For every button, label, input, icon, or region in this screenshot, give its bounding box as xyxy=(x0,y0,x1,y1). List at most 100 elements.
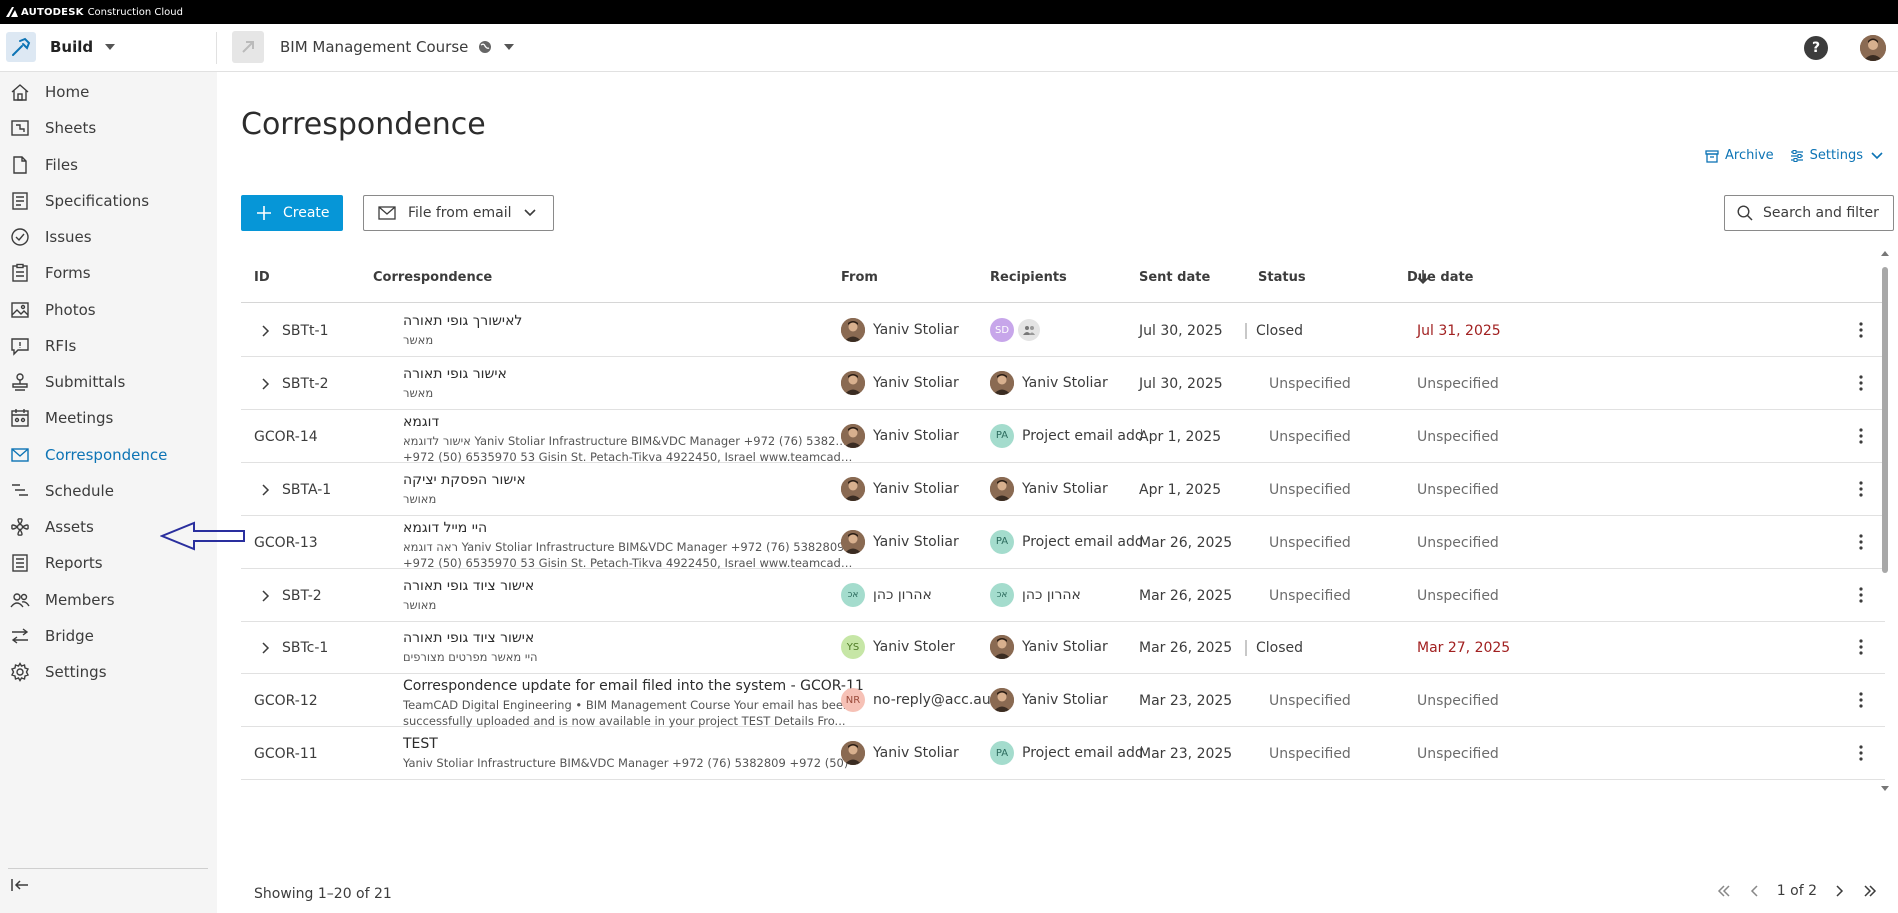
sidebar-item-files[interactable]: Files xyxy=(0,147,217,183)
table-row[interactable]: SBTt-2 אישור גופי תאורה מאשר Yaniv Stoli… xyxy=(241,357,1885,410)
table-row[interactable]: SBTc-1 אישור ציוד גופי תאורה היי מאשר מפ… xyxy=(241,621,1885,675)
archive-link[interactable]: Archive xyxy=(1705,148,1774,163)
more-options-icon[interactable] xyxy=(1859,745,1863,761)
due-date: Jul 31, 2025 xyxy=(1417,323,1501,339)
correspondence-summary[interactable]: אישור ציוד גופי תאורה היי מאשר מפרטים מצ… xyxy=(403,630,853,664)
correspondence-summary[interactable]: אישור ציוד גופי תאורה מאושר xyxy=(403,578,853,612)
more-options-icon[interactable] xyxy=(1859,375,1863,391)
from-person: YS Yaniv Stoler xyxy=(841,635,955,660)
correspondence-id[interactable]: GCOR-13 xyxy=(254,535,318,551)
correspondence-id[interactable]: GCOR-11 xyxy=(254,746,318,762)
recipient-name: Yaniv Stoliar xyxy=(1022,374,1108,391)
more-options-icon[interactable] xyxy=(1859,692,1863,708)
from-name: Yaniv Stoliar xyxy=(873,745,959,762)
sidebar-item-members[interactable]: Members xyxy=(0,582,217,618)
sidebar-item-submittals[interactable]: Submittals xyxy=(0,364,217,400)
correspondence-id[interactable]: SBTt-2 xyxy=(282,376,329,392)
scroll-up-icon[interactable] xyxy=(1881,251,1889,256)
sidebar-item-meetings[interactable]: Meetings xyxy=(0,400,217,436)
sidebar-item-rfis[interactable]: RFIs xyxy=(0,328,217,364)
table-row[interactable]: GCOR-13 היי מייל דוגמא ראה דוגמא Yaniv S… xyxy=(241,516,1885,570)
column-header-sent-date[interactable]: Sent date xyxy=(1139,270,1210,285)
correspondence-id[interactable]: SBT-2 xyxy=(282,588,322,604)
settings-sliders-icon xyxy=(1790,149,1803,162)
search-and-filter-button[interactable]: Search and filter xyxy=(1724,195,1894,231)
column-header-status[interactable]: Status xyxy=(1258,270,1306,285)
settings-link[interactable]: Settings xyxy=(1790,148,1883,163)
more-options-icon[interactable] xyxy=(1859,639,1863,655)
table-footer: Showing 1–20 of 21 1 of 2 xyxy=(241,875,1885,913)
column-header-recipients[interactable]: Recipients xyxy=(990,270,1067,285)
correspondence-id[interactable]: SBTt-1 xyxy=(282,323,329,339)
last-page-icon[interactable] xyxy=(1855,885,1885,897)
sidebar-item-forms[interactable]: Forms xyxy=(0,255,217,291)
sidebar-item-sheets[interactable]: Sheets xyxy=(0,110,217,146)
correspondence-preview: מאושר xyxy=(403,491,437,506)
sidebar-item-settings[interactable]: Settings xyxy=(0,654,217,690)
correspondence-title: דוגמא xyxy=(403,413,440,430)
more-options-icon[interactable] xyxy=(1859,322,1863,338)
sidebar-item-correspondence[interactable]: Correspondence xyxy=(0,437,217,473)
next-page-icon[interactable] xyxy=(1825,885,1855,897)
chevron-right-icon[interactable] xyxy=(262,325,270,337)
chevron-right-icon[interactable] xyxy=(262,484,270,496)
create-button[interactable]: Create xyxy=(241,195,343,231)
sidebar-item-specifications[interactable]: Specifications xyxy=(0,183,217,219)
product-switcher[interactable]: Build xyxy=(6,32,116,62)
correspondence-summary[interactable]: TEST Yaniv Stoliar Infrastructure BIM&VD… xyxy=(403,736,853,770)
chevron-right-icon[interactable] xyxy=(262,589,270,602)
column-header-from[interactable]: From xyxy=(841,270,878,285)
correspondence-summary[interactable]: היי מייל דוגמא ראה דוגמא Yaniv Stoliar I… xyxy=(403,520,853,570)
correspondence-title: לאישורך גופי תאורה xyxy=(403,313,523,329)
correspondence-summary[interactable]: אישור הפסקת יציקה מאושר xyxy=(403,472,853,506)
column-header-id[interactable]: ID xyxy=(254,270,270,285)
table-row[interactable]: SBTt-1 לאישורך גופי תאורה מאשר Yaniv Sto… xyxy=(241,304,1885,357)
sidebar-item-bridge[interactable]: Bridge xyxy=(0,618,217,654)
table-row[interactable]: GCOR-14 דוגמא אישור לדוגמא Yaniv Stoliar… xyxy=(241,410,1885,464)
sidebar-item-issues[interactable]: Issues xyxy=(0,219,217,255)
scroll-down-icon[interactable] xyxy=(1881,786,1889,791)
scrollbar-thumb[interactable] xyxy=(1882,267,1888,573)
correspondence-id[interactable]: SBTA-1 xyxy=(282,482,331,498)
from-person: Yaniv Stoliar xyxy=(841,423,959,448)
help-button[interactable]: ? xyxy=(1804,36,1828,60)
table-row[interactable]: GCOR-11 TEST Yaniv Stoliar Infrastructur… xyxy=(241,727,1885,781)
previous-page-icon[interactable] xyxy=(1739,885,1769,897)
correspondence-summary[interactable]: אישור גופי תאורה מאשר xyxy=(403,366,853,400)
table-scrollbar[interactable] xyxy=(1879,251,1889,791)
more-options-icon[interactable] xyxy=(1859,481,1863,497)
correspondence-id[interactable]: SBTc-1 xyxy=(282,640,328,656)
correspondence-id[interactable]: GCOR-12 xyxy=(254,693,318,709)
chevron-right-icon[interactable] xyxy=(262,378,270,390)
table-row[interactable]: SBT-2 אישור ציוד גופי תאורה מאושר אכ אהרו… xyxy=(241,569,1885,622)
file-from-email-button[interactable]: File from email xyxy=(363,195,554,231)
collapse-sidebar-icon[interactable] xyxy=(10,877,30,893)
correspondence-id[interactable]: GCOR-14 xyxy=(254,429,318,445)
column-header-due-date[interactable]: Due date xyxy=(1407,270,1474,285)
archive-label: Archive xyxy=(1725,148,1774,163)
table-row[interactable]: GCOR-12 Correspondence update for email … xyxy=(241,674,1885,728)
correspondence-summary[interactable]: לאישורך גופי תאורה מאשר xyxy=(403,313,853,347)
user-avatar[interactable] xyxy=(1860,35,1886,61)
table-row[interactable]: SBTA-1 אישור הפסקת יציקה מאושר Yaniv Sto… xyxy=(241,463,1885,516)
correspondence-summary[interactable]: Correspondence update for email filed in… xyxy=(403,678,864,728)
plus-icon xyxy=(257,206,271,220)
correspondence-title: אישור ציוד גופי תאורה xyxy=(403,577,535,594)
chevron-right-icon[interactable] xyxy=(262,642,270,654)
correspondence-preview-line2: +972 (50) 6535970 53 Gisin St. Petach-Ti… xyxy=(403,449,853,464)
more-options-icon[interactable] xyxy=(1859,533,1863,550)
sidebar-item-home[interactable]: Home xyxy=(0,74,217,110)
sidebar-item-schedule[interactable]: Schedule xyxy=(0,473,217,509)
project-switcher[interactable]: BIM Management Course xyxy=(232,31,515,63)
status-badge: Closed xyxy=(1245,640,1303,657)
sidebar-item-label: Reports xyxy=(45,554,103,573)
sidebar-item-label: Schedule xyxy=(45,481,114,500)
more-options-icon[interactable] xyxy=(1859,428,1863,444)
first-page-icon[interactable] xyxy=(1709,885,1739,897)
sidebar-item-photos[interactable]: Photos xyxy=(0,292,217,328)
files-icon xyxy=(9,154,31,176)
create-label: Create xyxy=(283,205,330,221)
more-options-icon[interactable] xyxy=(1859,586,1863,603)
column-header-correspondence[interactable]: Correspondence xyxy=(373,270,492,285)
correspondence-summary[interactable]: דוגמא אישור לדוגמא Yaniv Stoliar Infrast… xyxy=(403,414,853,464)
